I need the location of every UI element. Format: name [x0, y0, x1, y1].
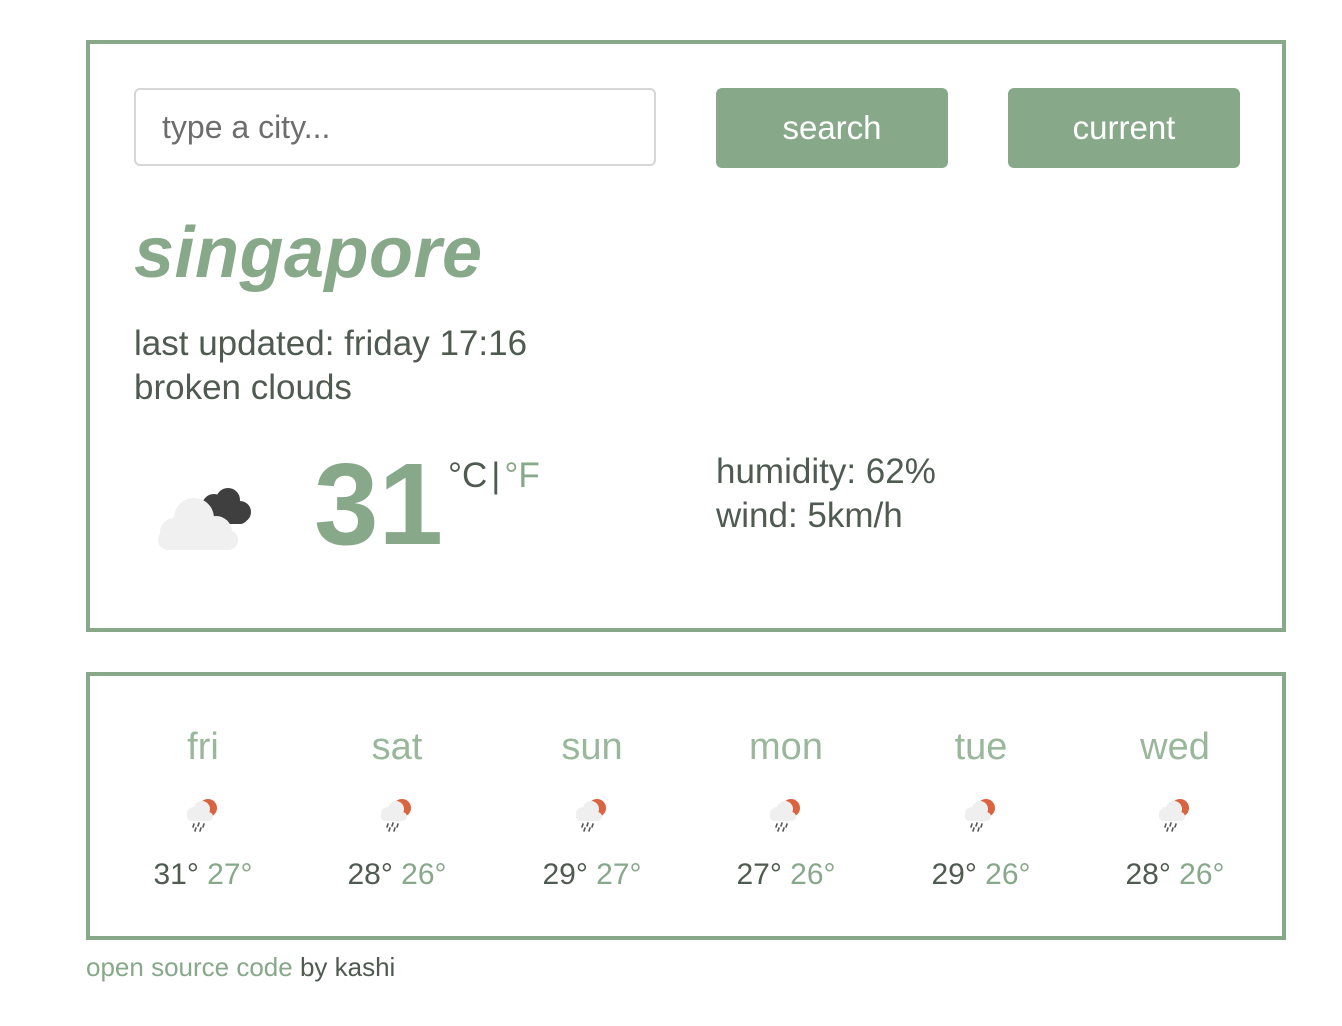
forecast-day-name: fri — [187, 726, 219, 768]
city-name: singapore — [134, 213, 483, 293]
forecast-day-name: wed — [1140, 726, 1210, 768]
forecast-card: fri 31° 27° sat 28° 26° sun 29° 27° mon … — [86, 672, 1286, 940]
weather-details: humidity: 62% wind: 5km/h — [716, 450, 936, 538]
unit-separator: | — [491, 456, 501, 495]
forecast-day-name: sun — [561, 726, 623, 768]
forecast-temps: 28° 26° — [300, 858, 494, 892]
current-weather-card: search current singapore last updated: f… — [86, 40, 1286, 632]
forecast-temps: 29° 27° — [495, 858, 689, 892]
forecast-max: 28° — [347, 858, 393, 891]
unit-toggle: °C | °F — [448, 456, 540, 496]
rain-sun-icon — [965, 799, 995, 832]
footer-credit: by kashi — [292, 952, 396, 982]
fahrenheit-link[interactable]: °F — [504, 456, 539, 495]
weather-description: broken clouds — [134, 368, 352, 407]
forecast-temps: 31° 27° — [106, 858, 300, 892]
celsius-unit[interactable]: °C — [448, 456, 487, 495]
current-location-button[interactable]: current — [1008, 88, 1240, 168]
forecast-temps: 28° 26° — [1078, 858, 1272, 892]
forecast-min: 27° — [207, 858, 253, 891]
city-search-input[interactable] — [134, 88, 656, 166]
forecast-max: 29° — [542, 858, 588, 891]
forecast-max: 31° — [153, 858, 199, 891]
forecast-min: 27° — [596, 858, 642, 891]
search-button[interactable]: search — [716, 88, 948, 168]
rain-sun-icon — [576, 799, 606, 832]
open-source-link[interactable]: open source code — [86, 952, 293, 982]
weather-meta: last updated: friday 17:16 broken clouds — [134, 322, 527, 410]
forecast-max: 27° — [736, 858, 782, 891]
weather-app: search current singapore last updated: f… — [0, 0, 1342, 1026]
wind: wind: 5km/h — [716, 496, 903, 535]
rain-sun-icon — [1159, 799, 1189, 832]
humidity: humidity: 62% — [716, 452, 936, 491]
forecast-day-name: sat — [371, 726, 423, 768]
forecast-day-name: tue — [954, 726, 1008, 768]
rain-sun-icon — [381, 799, 411, 832]
last-updated: last updated: friday 17:16 — [134, 324, 528, 363]
forecast-min: 26° — [401, 858, 447, 891]
broken-clouds-icon — [154, 484, 254, 554]
forecast-day-name: mon — [749, 726, 823, 768]
rain-sun-icon — [187, 799, 217, 832]
forecast-min: 26° — [790, 858, 836, 891]
rain-sun-icon — [770, 799, 800, 832]
forecast-min: 26° — [985, 858, 1031, 891]
forecast-max: 29° — [931, 858, 977, 891]
current-temperature: 31 — [314, 439, 444, 569]
forecast-temps: 29° 26° — [884, 858, 1078, 892]
forecast-temps: 27° 26° — [689, 858, 883, 892]
footer: open source code by kashi — [86, 952, 395, 983]
forecast-max: 28° — [1125, 858, 1171, 891]
forecast-min: 26° — [1179, 858, 1225, 891]
